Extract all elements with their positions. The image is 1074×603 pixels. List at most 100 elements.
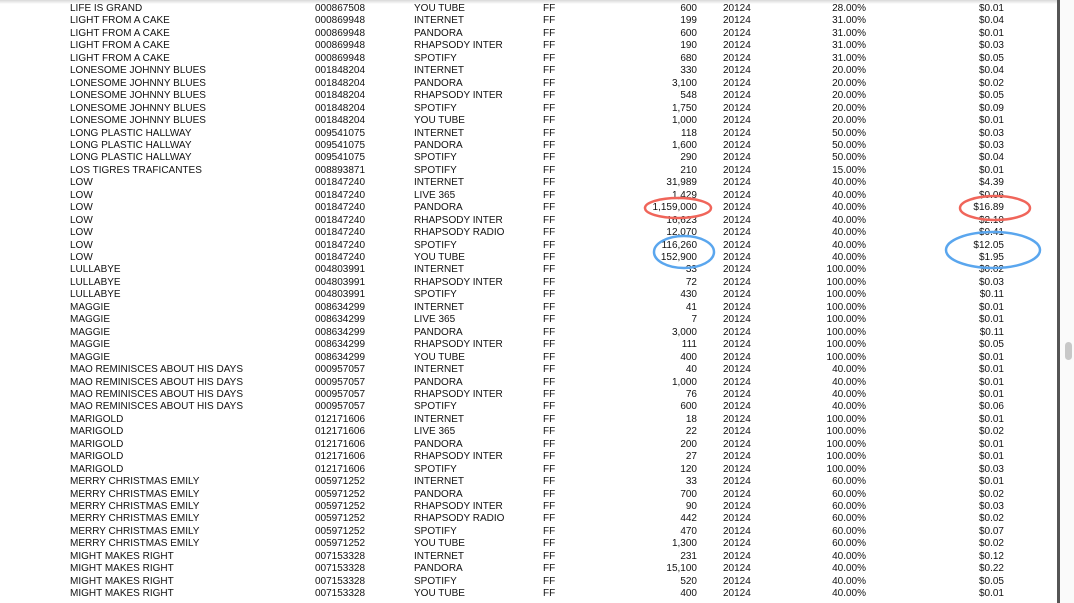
cell-percent: 20.00% [832,115,866,127]
cell-percent: 20.00% [832,102,866,114]
cell-title: LIFE IS GRAND [70,3,143,14]
cell-title: MAO REMINISCES ABOUT HIS DAYS [70,388,243,400]
cell-percent: 50.00% [832,127,866,139]
cell-count: 7 [691,314,697,326]
cell-percent: 100.00% [826,351,866,363]
cell-count: 190 [680,40,697,52]
cell-count: 111 [681,339,697,351]
table-row: LOW 001847240 INTERNET FF 31,989 20124 40.00% $… [0,177,1057,189]
cell-type: FF [543,401,556,413]
cell-percent: 100.00% [826,413,866,425]
cell-count: 18 [685,413,697,425]
cell-count: 1,159,000 [652,202,698,214]
cell-amount: $0.01 [978,164,1004,176]
cell-service: PANDORA [414,77,463,89]
page-top-shadow [0,0,1057,4]
cell-service: INTERNET [414,177,464,189]
cell-count: 41 [685,301,697,313]
cell-count: 27 [685,451,697,463]
cell-title: LULLABYE [70,264,121,276]
scrollbar-thumb[interactable] [1065,342,1072,360]
cell-percent: 50.00% [832,152,866,164]
cell-type: FF [543,27,556,39]
cell-count: 3,100 [671,77,697,89]
vertical-scrollbar[interactable] [1060,0,1074,603]
cell-code: 008634299 [315,301,366,313]
cell-title: LONESOME JOHNNY BLUES [70,77,206,89]
cell-service: RHAPSODY INTER [414,339,503,351]
cell-period: 20124 [723,451,751,463]
cell-title: LULLABYE [70,289,121,301]
cell-title: MAGGIE [70,314,111,326]
cell-count: 231 [680,550,697,562]
cell-code: 009541075 [315,139,366,151]
table-row: LONESOME JOHNNY BLUES 001848204 RHAPSODY I… [0,90,1057,102]
cell-percent: 31.00% [832,40,866,52]
cell-count: 680 [680,52,697,64]
cell-type: FF [543,426,556,438]
cell-count: 15,100 [666,563,697,575]
cell-type: FF [543,351,556,363]
cell-percent: 20.00% [832,90,866,102]
cell-title: MIGHT MAKES RIGHT [70,588,174,600]
cell-type: FF [543,525,556,537]
cell-period: 20124 [723,214,751,226]
cell-amount: $0.11 [979,326,1004,338]
cell-title: MAO REMINISCES ABOUT HIS DAYS [70,401,243,413]
cell-period: 20124 [723,276,751,288]
cell-code: 001847240 [315,202,366,214]
cell-percent: 100.00% [826,463,866,475]
cell-percent: 100.00% [826,314,866,326]
cell-amount: $0.01 [978,588,1004,600]
cell-title: LONG PLASTIC HALLWAY [70,139,192,151]
cell-code: 001848204 [315,102,366,114]
cell-count: 330 [680,65,697,77]
cell-amount: $1.95 [978,252,1004,263]
cell-amount: $0.06 [978,189,1004,201]
cell-percent: 40.00% [832,401,866,413]
cell-service: RHAPSODY INTER [414,90,503,102]
cell-type: FF [543,202,556,214]
table-row: LONG PLASTIC HALLWAY 009541075 PANDORA FF 1,… [0,140,1057,152]
cell-type: FF [543,364,556,376]
cell-code: 000869948 [315,15,366,27]
table-row: LONG PLASTIC HALLWAY 009541075 INTERNET FF 1… [0,128,1057,140]
table-row: MIGHT MAKES RIGHT 007153328 SPOTIFY FF 520 20… [0,576,1057,588]
cell-code: 004803991 [315,276,366,288]
cell-title: LIGHT FROM A CAKE [70,52,170,64]
table-row: MARIGOLD 012171606 PANDORA FF 200 20124 100.00… [0,439,1057,451]
table-row: LONG PLASTIC HALLWAY 009541075 SPOTIFY FF 29… [0,152,1057,164]
cell-count: 40 [685,364,697,376]
cell-type: FF [543,252,556,263]
cell-title: LOS TIGRES TRAFICANTES [70,164,202,176]
cell-period: 20124 [723,127,751,139]
cell-title: MARIGOLD [70,426,124,438]
cell-service: SPOTIFY [414,463,457,475]
cell-percent: 40.00% [832,575,866,587]
cell-code: 001847240 [315,189,366,201]
table-row: MARIGOLD 012171606 SPOTIFY FF 120 20124 100.00… [0,464,1057,476]
table-row: MERRY CHRISTMAS EMILY 005971252 YOU TUBE FF… [0,538,1057,550]
cell-type: FF [543,115,556,127]
cell-amount: $0.03 [978,276,1004,288]
cell-amount: $0.03 [978,463,1004,475]
cell-type: FF [543,90,556,102]
cell-count: 600 [680,401,697,413]
cell-service: PANDORA [414,563,463,575]
cell-count: 22 [685,426,697,438]
cell-count: 152,900 [660,252,697,263]
table-row: LULLABYE 004803991 SPOTIFY FF 430 20124 100.00… [0,289,1057,301]
cell-amount: $0.05 [978,575,1004,587]
cell-count: 90 [685,501,697,512]
cell-period: 20124 [723,52,751,64]
cell-service: INTERNET [414,127,464,139]
cell-percent: 60.00% [832,488,866,500]
cell-code: 001848204 [315,77,366,89]
cell-period: 20124 [723,339,751,351]
cell-type: FF [543,501,556,512]
cell-amount: $0.04 [978,15,1004,27]
cell-code: 012171606 [315,451,366,463]
cell-code: 007153328 [315,550,366,562]
cell-type: FF [543,376,556,388]
cell-count: 1,000 [671,376,697,388]
